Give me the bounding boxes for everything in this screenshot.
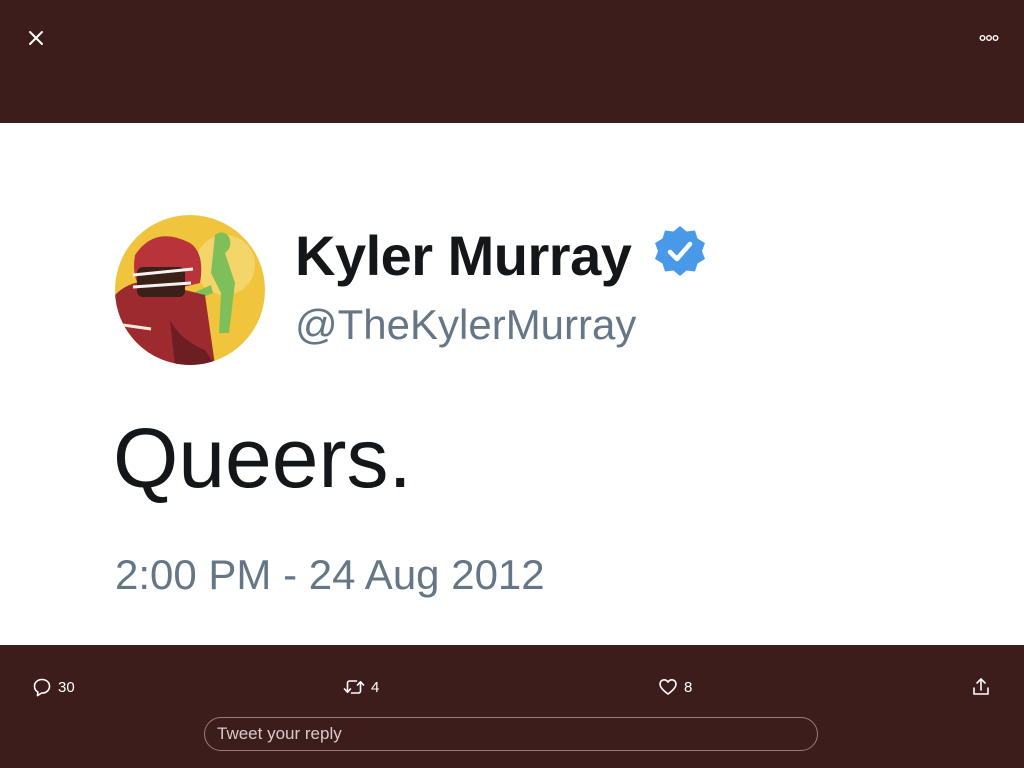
reply-icon <box>33 678 51 697</box>
user-handle: @TheKylerMurray <box>295 301 637 348</box>
avatar <box>115 215 265 365</box>
like-button[interactable]: 8 <box>658 675 692 699</box>
more-horizontal-icon <box>979 35 999 41</box>
retweet-count: 4 <box>371 678 380 696</box>
viewer-top-bar <box>0 0 1024 123</box>
tweet-timestamp: 2:00 PM - 24 Aug 2012 <box>115 551 545 598</box>
retweet-button[interactable]: 4 <box>343 675 379 699</box>
more-options-button[interactable] <box>974 26 1004 50</box>
display-name: Kyler Murray <box>295 224 632 287</box>
tweet-text: Queers. <box>113 411 412 505</box>
retweet-icon <box>343 680 365 694</box>
media-viewer: Kyler Murray @TheKylerMurray Queers. 2:0… <box>0 0 1024 768</box>
share-button[interactable] <box>971 675 991 699</box>
tweet-actions-bar: 30 4 8 <box>0 645 1024 768</box>
reply-count: 30 <box>58 678 75 696</box>
reply-input[interactable] <box>204 717 818 751</box>
like-count: 8 <box>684 678 693 696</box>
close-button[interactable] <box>22 24 50 52</box>
close-icon <box>29 31 43 45</box>
tweet-screenshot-image: Kyler Murray @TheKylerMurray Queers. 2:0… <box>0 123 1024 645</box>
share-icon <box>973 678 989 695</box>
heart-icon <box>659 679 677 695</box>
verified-badge-icon <box>652 223 708 279</box>
reply-button[interactable]: 30 <box>32 675 75 699</box>
